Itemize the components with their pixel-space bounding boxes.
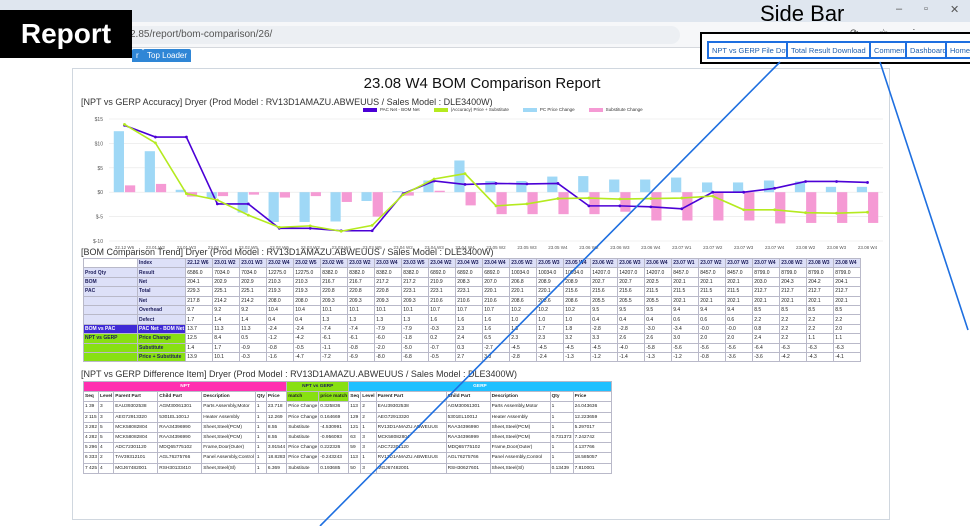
annotation-lines: [319, 61, 969, 526]
